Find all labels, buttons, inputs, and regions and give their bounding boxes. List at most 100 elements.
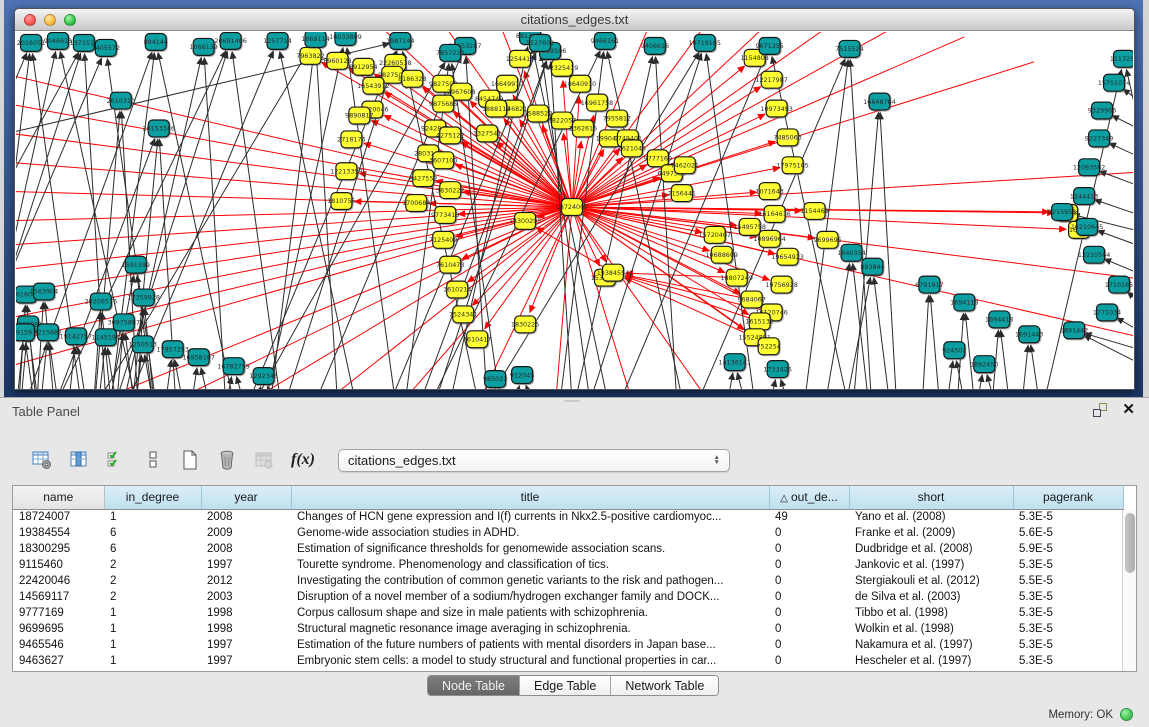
- cell-pagerank[interactable]: 5.3E-5: [1013, 589, 1123, 605]
- cell-title[interactable]: Estimation of significance thresholds fo…: [291, 541, 769, 557]
- citation-edge-black[interactable]: [1031, 345, 1039, 389]
- cell-short[interactable]: Hescheler et al. (1997): [849, 653, 1013, 669]
- float-panel-icon[interactable]: [1093, 403, 1107, 417]
- cell-title[interactable]: Genome-wide association studies in ADHD.: [291, 525, 769, 541]
- column-header-short[interactable]: short: [849, 486, 1013, 509]
- cell-pagerank[interactable]: 5.3E-5: [1013, 509, 1123, 525]
- citation-edge-black[interactable]: [1127, 292, 1133, 305]
- cell-year[interactable]: 1997: [201, 637, 291, 653]
- network-node[interactable]: 912045: [510, 367, 534, 384]
- network-node[interactable]: 1154469: [800, 203, 828, 220]
- citation-edge-black[interactable]: [237, 377, 244, 389]
- citation-edge-black[interactable]: [1001, 330, 1010, 389]
- table-row[interactable]: 977716911998Corpus callosum shape and si…: [13, 605, 1123, 621]
- network-node[interactable]: 18640910: [564, 75, 596, 92]
- cell-short[interactable]: Yano et al. (2008): [849, 509, 1013, 525]
- delete-table-icon[interactable]: [215, 447, 239, 473]
- cell-out_degree[interactable]: 0: [769, 541, 849, 557]
- cell-out_degree[interactable]: 0: [769, 605, 849, 621]
- column-header-in_degree[interactable]: in_degree: [104, 486, 201, 509]
- network-node[interactable]: 18300295: [509, 212, 541, 229]
- network-node[interactable]: 2718176: [337, 131, 365, 148]
- cell-year[interactable]: 2003: [201, 589, 291, 605]
- cell-pagerank[interactable]: 5.3E-5: [1013, 653, 1123, 669]
- network-node[interactable]: 1215682: [34, 324, 62, 341]
- network-node[interactable]: 3607100: [429, 152, 457, 169]
- citation-edge-black[interactable]: [232, 52, 280, 389]
- table-row[interactable]: 946554611997Estimation of the future num…: [13, 637, 1123, 653]
- network-node[interactable]: 20691406: [214, 32, 246, 49]
- tab-network-table[interactable]: Network Table: [611, 676, 718, 695]
- function-builder-icon[interactable]: f(x): [289, 451, 317, 469]
- cell-short[interactable]: Stergiakouli et al. (2012): [849, 573, 1013, 589]
- network-node[interactable]: 9046613: [44, 32, 72, 49]
- citation-edge-black[interactable]: [41, 343, 47, 389]
- network-node[interactable]: 8427552: [409, 170, 437, 187]
- citation-edge-black[interactable]: [947, 361, 953, 389]
- network-node[interactable]: 1987144: [386, 32, 414, 49]
- network-node[interactable]: 2156441: [668, 185, 696, 202]
- network-node[interactable]: 9890817: [345, 107, 373, 124]
- cell-pagerank[interactable]: 5.3E-5: [1013, 637, 1123, 653]
- network-node[interactable]: 1771034: [1093, 304, 1121, 321]
- table-row[interactable]: 911546021997Tourette syndrome. Phenomeno…: [13, 557, 1123, 573]
- cell-in_degree[interactable]: 1: [104, 621, 201, 637]
- citation-edge-black[interactable]: [271, 50, 315, 389]
- network-node[interactable]: 19142757: [60, 328, 92, 345]
- network-node[interactable]: 16961758: [581, 94, 613, 111]
- network-node[interactable]: 7610473: [436, 256, 464, 273]
- network-node[interactable]: 1071643: [755, 183, 783, 200]
- network-node[interactable]: 1694418: [985, 311, 1013, 328]
- network-node[interactable]: 16033809: [329, 32, 361, 45]
- network-node[interactable]: 1563904: [30, 283, 58, 300]
- column-header-name[interactable]: name: [13, 486, 104, 509]
- cell-title[interactable]: Structural magnetic resonance image aver…: [291, 621, 769, 637]
- cell-short[interactable]: Franke et al. (2009): [849, 525, 1013, 541]
- network-node[interactable]: 9671355: [755, 37, 783, 54]
- network-node[interactable]: 1244413: [1070, 188, 1098, 205]
- cell-name[interactable]: 9777169: [13, 605, 104, 621]
- network-node[interactable]: 985023: [483, 371, 507, 388]
- citation-edge-black[interactable]: [930, 295, 939, 389]
- network-node[interactable]: 1621045: [618, 140, 646, 157]
- network-node[interactable]: 7963822: [296, 47, 324, 64]
- citation-edge-black[interactable]: [1109, 143, 1133, 158]
- cell-out_degree[interactable]: 0: [769, 573, 849, 589]
- cell-short[interactable]: Nakamura et al. (1997): [849, 637, 1013, 653]
- citation-edge-black[interactable]: [781, 380, 788, 389]
- network-node[interactable]: 1610214: [443, 281, 471, 298]
- citation-edge-black[interactable]: [158, 53, 234, 389]
- cell-title[interactable]: Disruption of a novel member of a sodium…: [291, 589, 769, 605]
- network-node[interactable]: 1640354: [837, 244, 865, 261]
- table-row[interactable]: 969969511998Structural magnetic resonanc…: [13, 621, 1123, 637]
- zoom-window-button[interactable]: [64, 14, 76, 26]
- citation-edge-red[interactable]: [236, 207, 572, 389]
- cell-short[interactable]: de Silva et al. (2003): [849, 589, 1013, 605]
- network-graph[interactable]: 1872400779638228960128891295422260538982…: [16, 32, 1133, 389]
- cell-year[interactable]: 1997: [201, 557, 291, 573]
- network-node[interactable]: 1117254: [1110, 50, 1133, 67]
- table-row[interactable]: 1456911722003Disruption of a novel membe…: [13, 589, 1123, 605]
- citation-edge-black[interactable]: [737, 373, 744, 389]
- network-node[interactable]: 3830222: [436, 182, 464, 199]
- cell-short[interactable]: Dudbridge et al. (2008): [849, 541, 1013, 557]
- citation-edge-black[interactable]: [95, 112, 120, 389]
- network-node[interactable]: 9699695: [813, 231, 841, 248]
- citation-edge-black[interactable]: [826, 264, 850, 389]
- network-node[interactable]: 9329966: [1088, 102, 1116, 119]
- network-node[interactable]: 1830225: [511, 316, 539, 333]
- network-node[interactable]: 20153346: [143, 120, 175, 137]
- cell-year[interactable]: 2008: [201, 509, 291, 525]
- cell-in_degree[interactable]: 6: [104, 525, 201, 541]
- network-window-titlebar[interactable]: citations_edges.txt: [15, 9, 1134, 31]
- citation-edge-red[interactable]: [536, 228, 613, 273]
- citation-edge-black[interactable]: [515, 386, 519, 389]
- network-node[interactable]: 7125400: [429, 231, 457, 248]
- network-node[interactable]: 893844: [860, 258, 884, 275]
- tab-edge-table[interactable]: Edge Table: [520, 676, 611, 695]
- cell-name[interactable]: 18724007: [13, 509, 104, 525]
- cell-short[interactable]: Tibbo et al. (1998): [849, 605, 1013, 621]
- citation-edge-black[interactable]: [771, 380, 776, 389]
- network-node[interactable]: 1292346: [249, 368, 277, 385]
- cell-title[interactable]: Tourette syndrome. Phenomenology and cla…: [291, 557, 769, 573]
